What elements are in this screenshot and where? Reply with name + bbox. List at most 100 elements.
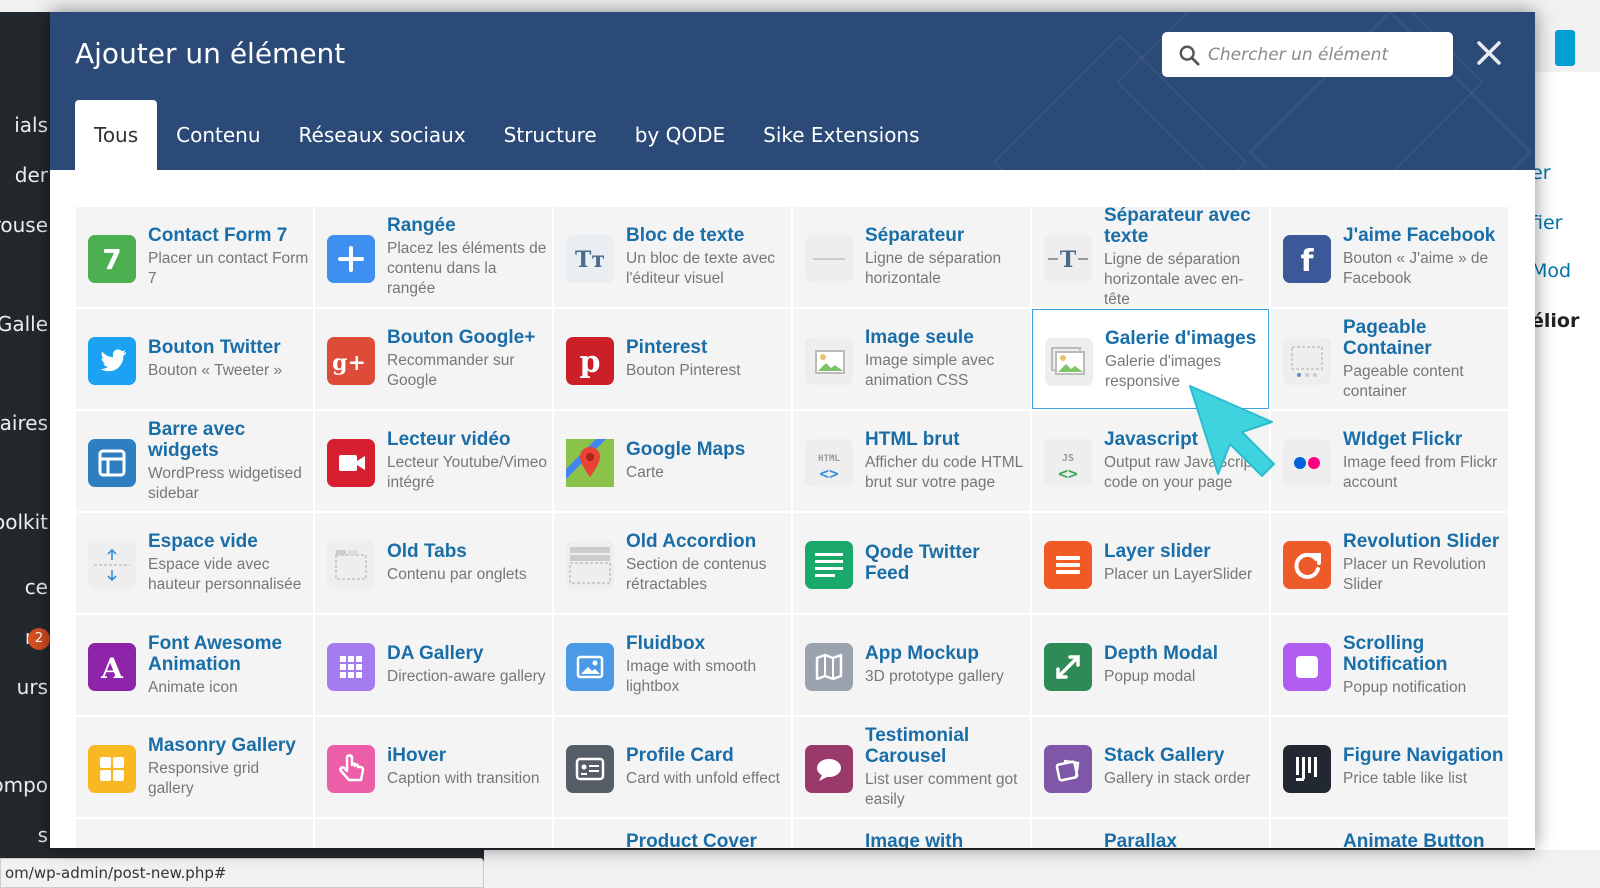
contact-form-icon: 7 xyxy=(88,235,136,283)
wp-publish-button[interactable] xyxy=(1555,30,1575,66)
element-description: Bouton « Tweeter » xyxy=(148,362,283,379)
element-name: Qode Twitter Feed xyxy=(865,542,980,584)
element-description: Popup notification xyxy=(1343,678,1467,696)
tab-0[interactable]: Tous xyxy=(75,100,158,170)
element-tile[interactable]: g+ Bouton Google+ Recommander sur Google xyxy=(315,309,552,409)
element-tile[interactable] xyxy=(76,819,313,848)
wp-menu-item[interactable]: der xyxy=(0,163,50,187)
wp-admin-sidebar: ialsderrouseGalletairesoolkitcensursompo… xyxy=(0,12,50,888)
element-name: Layer slider xyxy=(1104,541,1211,562)
element-tile[interactable]: T Séparateur avec texte Ligne de séparatio… xyxy=(1032,207,1269,307)
element-tile[interactable]: Rangée Placez les éléments de contenu dan… xyxy=(315,207,552,307)
expand-icon-glyph xyxy=(1056,655,1080,679)
element-tile[interactable]: Testimonial Carousel List user comment go… xyxy=(793,717,1030,817)
element-description: Responsive grid gallery xyxy=(148,760,260,797)
element-tile[interactable]: Figure Navigation Price table like list xyxy=(1271,717,1508,817)
element-tile[interactable]: HTML <> HTML brut Afficher du code HTML bru… xyxy=(793,411,1030,511)
element-tile[interactable]: 7 Contact Form 7 Placer un contact Form 7 xyxy=(76,207,313,307)
element-text: Figure Navigation Price table like list xyxy=(1343,717,1504,817)
element-name: Bloc de texte xyxy=(626,225,745,246)
element-tile[interactable]: Image with xyxy=(793,819,1030,848)
tab-2[interactable]: Réseaux sociaux xyxy=(280,100,485,170)
element-tile[interactable]: Lecteur vidéo Lecteur Youtube/Vimeo intég… xyxy=(315,411,552,511)
search-box[interactable] xyxy=(1162,32,1453,77)
wp-menu-item[interactable]: oolkit xyxy=(0,510,50,534)
element-tile[interactable]: f J'aime Facebook Bouton « J'aime » de Fac… xyxy=(1271,207,1508,307)
element-tile[interactable]: Product Cover xyxy=(554,819,791,848)
close-icon[interactable] xyxy=(1474,38,1504,68)
element-tile[interactable]: DA Gallery Direction-aware gallery xyxy=(315,615,552,715)
element-tile[interactable]: p Pinterest Bouton Pinterest xyxy=(554,309,791,409)
element-tile[interactable]: App Mockup 3D prototype gallery xyxy=(793,615,1030,715)
element-name: Séparateur avec texte xyxy=(1104,207,1251,247)
wp-menu-item[interactable]: Galle xyxy=(0,312,50,336)
element-tile[interactable]: Depth Modal Popup modal xyxy=(1032,615,1269,715)
element-name: Contact Form 7 xyxy=(148,225,288,246)
element-text: Galerie d'images Galerie d'images respons… xyxy=(1105,310,1264,408)
image-icon-glyph xyxy=(815,350,845,374)
svg-text:g+: g+ xyxy=(332,350,366,376)
element-tile[interactable]: WIdget Flickr Image feed from Flickr acco… xyxy=(1271,411,1508,511)
wp-menu-item[interactable]: ials xyxy=(0,113,50,137)
tab-5[interactable]: Sike Extensions xyxy=(744,100,938,170)
element-tile[interactable]: Galerie d'images Galerie d'images respons… xyxy=(1032,309,1269,409)
element-text: Bloc de texte Un bloc de texte avec l'édi… xyxy=(626,207,787,307)
element-tile[interactable]: Image seule Image simple avec animation C… xyxy=(793,309,1030,409)
element-description: WordPress widgetised sidebar xyxy=(148,464,302,502)
text-icon: Tт xyxy=(566,235,614,283)
element-tile[interactable]: Espace vide Espace vide avec hauteur pers… xyxy=(76,513,313,613)
contact-form-icon-glyph: 7 xyxy=(102,243,121,276)
wp-menu-item[interactable]: ce xyxy=(0,575,50,599)
wp-right-link[interactable]: Mod xyxy=(1535,260,1571,282)
element-tile[interactable]: Google Maps Carte xyxy=(554,411,791,511)
wp-menu-item[interactable]: taires xyxy=(0,411,50,435)
element-tile[interactable]: Layer slider Placer un LayerSlider xyxy=(1032,513,1269,613)
tab-1[interactable]: Contenu xyxy=(157,100,279,170)
element-tile[interactable]: Stack Gallery Gallery in stack order xyxy=(1032,717,1269,817)
pageable-icon xyxy=(1283,337,1331,385)
tab-4[interactable]: by QODE xyxy=(616,100,744,170)
element-name: Font Awesome Animation xyxy=(148,632,283,675)
element-tile[interactable]: Bouton Twitter Bouton « Tweeter » xyxy=(76,309,313,409)
tab-3[interactable]: Structure xyxy=(485,100,616,170)
wp-menu-item[interactable]: ompo xyxy=(0,773,50,797)
element-tile[interactable]: Parallax xyxy=(1032,819,1269,848)
element-description: Carte xyxy=(626,464,664,481)
element-description: Placer un contact Form 7 xyxy=(148,250,309,287)
element-tile[interactable] xyxy=(315,819,552,848)
element-tile[interactable]: Qode Twitter Feed xyxy=(793,513,1030,613)
font-icon-glyph: A xyxy=(100,652,124,685)
wp-right-link[interactable]: er xyxy=(1535,162,1551,184)
element-text xyxy=(148,819,309,848)
element-description: Image feed from Flickr account xyxy=(1343,454,1498,491)
element-tile[interactable]: Pageable Container Pageable content conta… xyxy=(1271,309,1508,409)
element-tile[interactable]: JS <> Javascript Output raw JavaScript code… xyxy=(1032,411,1269,511)
element-tile[interactable]: Séparateur Ligne de séparation horizontal… xyxy=(793,207,1030,307)
wp-right-link[interactable]: élior xyxy=(1535,310,1579,332)
element-tile[interactable]: Animate Button xyxy=(1271,819,1508,848)
element-tile[interactable]: Scrolling Notification Popup notification xyxy=(1271,615,1508,715)
wp-right-link[interactable]: fier xyxy=(1535,212,1562,234)
svg-text:p: p xyxy=(580,345,601,380)
element-text: Pageable Container Pageable content conta… xyxy=(1343,309,1504,409)
element-tile[interactable]: Barre avec widgets WordPress widgetised s… xyxy=(76,411,313,511)
element-tile[interactable]: iHover Caption with transition xyxy=(315,717,552,817)
wp-menu-item[interactable]: s xyxy=(0,823,50,847)
wp-menu-item[interactable]: urs xyxy=(0,675,50,699)
google-plus-icon: g+ xyxy=(327,337,375,385)
element-tile[interactable]: A Font Awesome Animation Animate icon xyxy=(76,615,313,715)
wp-menu-item[interactable]: rouse xyxy=(0,213,50,237)
element-tile[interactable]: Masonry Gallery Responsive grid gallery xyxy=(76,717,313,817)
facebook-icon: f xyxy=(1283,235,1331,283)
element-tile[interactable]: Old Tabs Contenu par onglets xyxy=(315,513,552,613)
element-name: Espace vide xyxy=(148,531,258,552)
element-text: App Mockup 3D prototype gallery xyxy=(865,615,1026,715)
element-tile[interactable]: Tт Bloc de texte Un bloc de texte avec l'é… xyxy=(554,207,791,307)
element-tile[interactable]: Profile Card Card with unfold effect xyxy=(554,717,791,817)
search-input[interactable] xyxy=(1208,32,1448,77)
element-text: Product Cover xyxy=(626,819,787,848)
element-tile[interactable]: Revolution Slider Placer un Revolution Sl… xyxy=(1271,513,1508,613)
element-tile[interactable]: Old Accordion Section de contenus rétract… xyxy=(554,513,791,613)
element-tile[interactable]: Fluidbox Image with smooth lightbox xyxy=(554,615,791,715)
element-name: Bouton Google+ xyxy=(387,327,536,348)
